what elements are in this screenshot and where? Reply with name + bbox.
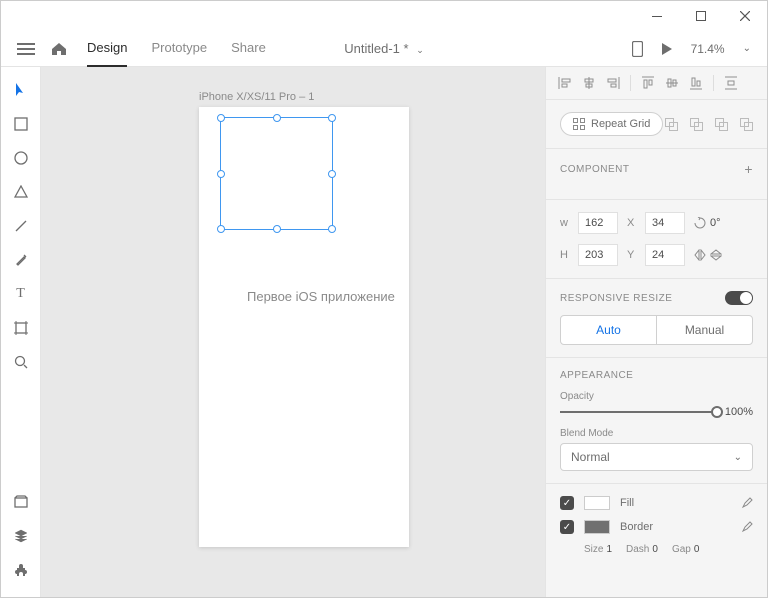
boolean-intersect-icon[interactable] [715,118,728,131]
line-tool[interactable] [5,211,37,241]
responsive-section: RESPONSIVE RESIZE Auto Manual [546,279,767,358]
mobile-preview-icon[interactable] [632,41,643,57]
opacity-label: Opacity [560,391,753,402]
assets-icon[interactable] [5,487,37,517]
align-row [546,67,767,100]
component-header: COMPONENT [560,164,630,175]
width-input[interactable] [578,212,618,234]
canvas-text[interactable]: Первое iOS приложение [247,289,395,304]
property-panel: Repeat Grid COMPONENT + w X 0° H Y [545,67,767,597]
transform-section: w X 0° H Y [546,200,767,279]
opacity-slider[interactable]: 100% [560,406,753,418]
flip-horizontal-icon[interactable] [694,249,706,261]
border-swatch[interactable] [584,520,610,534]
responsive-manual[interactable]: Manual [657,316,752,344]
mode-tabs: Design Prototype Share [87,35,266,62]
repeat-grid-section: Repeat Grid [546,100,767,149]
tab-design[interactable]: Design [87,40,127,67]
rotation-control[interactable]: 0° [694,212,753,234]
chevron-down-icon[interactable]: ⌄ [743,43,751,54]
polygon-tool[interactable] [5,177,37,207]
ellipse-tool[interactable] [5,143,37,173]
close-button[interactable] [723,1,767,31]
border-params: Size1 Dash0 Gap0 [560,544,753,555]
align-center-h-icon[interactable] [582,76,596,90]
text-tool[interactable]: T [5,279,37,309]
window-titlebar [1,1,767,31]
blend-label: Blend Mode [560,428,753,439]
blend-mode-select[interactable]: Normal ⌄ [560,443,753,471]
add-component-icon[interactable]: + [744,161,753,177]
hamburger-menu-icon[interactable] [17,43,35,55]
x-input[interactable] [645,212,685,234]
layers-icon[interactable] [5,521,37,551]
artboard-label[interactable]: iPhone X/XS/11 Pro – 1 [199,91,314,103]
selected-rectangle[interactable] [220,117,333,230]
rectangle-tool[interactable] [5,109,37,139]
repeat-grid-button[interactable]: Repeat Grid [560,112,663,136]
maximize-button[interactable] [679,1,723,31]
boolean-subtract-icon[interactable] [690,118,703,131]
fill-checkbox[interactable]: ✓ [560,496,574,510]
grid-icon [573,118,585,130]
border-label: Border [620,521,653,533]
responsive-auto[interactable]: Auto [561,316,657,344]
align-left-icon[interactable] [558,76,572,90]
tab-prototype[interactable]: Prototype [151,40,207,67]
artboard-tool[interactable] [5,313,37,343]
boolean-add-icon[interactable] [665,118,678,131]
flip-vertical-icon[interactable] [710,249,722,261]
zoom-level[interactable]: 71.4% [691,42,725,56]
zoom-tool[interactable] [5,347,37,377]
appearance-section: APPEARANCE Opacity 100% Blend Mode Norma… [546,358,767,484]
top-nav: Design Prototype Share Untitled-1 * ⌄ 71… [1,31,767,67]
y-input[interactable] [645,244,685,266]
border-checkbox[interactable]: ✓ [560,520,574,534]
opacity-value: 100% [725,406,753,418]
boolean-exclude-icon[interactable] [740,118,753,131]
distribute-icon[interactable] [724,76,738,90]
align-middle-icon[interactable] [665,76,679,90]
eyedropper-icon[interactable] [741,521,753,533]
home-icon[interactable] [51,42,67,56]
chevron-down-icon: ⌄ [734,452,742,463]
canvas[interactable]: iPhone X/XS/11 Pro – 1 Первое iOS прилож… [41,67,545,597]
responsive-mode: Auto Manual [560,315,753,345]
align-top-icon[interactable] [641,76,655,90]
eyedropper-icon[interactable] [741,497,753,509]
height-input[interactable] [578,244,618,266]
pen-tool[interactable] [5,245,37,275]
responsive-toggle[interactable] [725,291,753,305]
document-title[interactable]: Untitled-1 * ⌄ [344,41,423,56]
fill-label: Fill [620,497,634,509]
left-toolbar: T [1,67,41,597]
tab-share[interactable]: Share [231,40,266,67]
chevron-down-icon: ⌄ [416,45,424,55]
plugins-icon[interactable] [5,555,37,585]
select-tool[interactable] [5,75,37,105]
align-bottom-icon[interactable] [689,76,703,90]
fill-swatch[interactable] [584,496,610,510]
play-icon[interactable] [661,42,673,56]
fill-border-section: ✓ Fill ✓ Border Size1 Dash0 Gap0 [546,484,767,567]
component-section: COMPONENT + [546,149,767,200]
align-right-icon[interactable] [606,76,620,90]
minimize-button[interactable] [635,1,679,31]
